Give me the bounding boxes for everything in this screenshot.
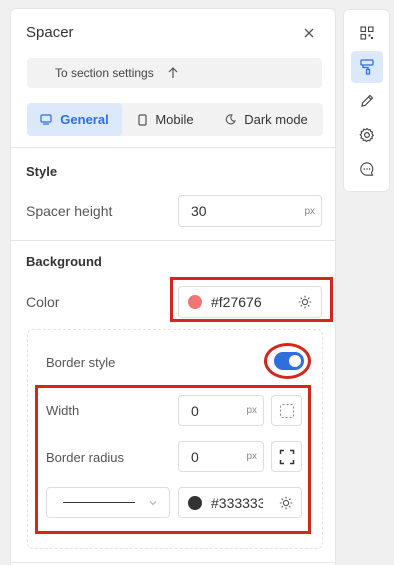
highlight-box: [170, 277, 333, 322]
tab-mobile[interactable]: Mobile: [122, 103, 210, 136]
border-color-input[interactable]: #333333: [178, 487, 302, 518]
device-tabs: General Mobile Dark mode: [27, 103, 323, 136]
tab-mobile-label: Mobile: [155, 112, 194, 127]
highlight-ellipse: [264, 343, 311, 379]
settings-panel: Spacer To section settings General Mobil…: [10, 8, 336, 565]
color-label: Color: [26, 294, 60, 310]
rail-item-comments[interactable]: [351, 153, 383, 185]
border-width-unit: px: [246, 405, 257, 416]
spacer-height-unit: px: [304, 205, 315, 217]
section-link-label: To section settings: [55, 66, 154, 80]
dashed-square-icon: [279, 403, 294, 418]
arrow-up-icon: [168, 67, 178, 78]
tab-dark-mode-label: Dark mode: [244, 112, 308, 127]
paint-roller-icon: [360, 59, 374, 75]
border-color-swatch[interactable]: [188, 495, 202, 510]
tab-general[interactable]: General: [27, 103, 122, 136]
chevron-down-icon: [149, 501, 157, 506]
border-style-label: Border style: [46, 355, 116, 370]
spacer-height-value: 30: [191, 203, 207, 219]
corner-radius-button[interactable]: [271, 441, 302, 472]
chat-bubble-icon: [360, 162, 374, 176]
style-heading: Style: [26, 164, 58, 179]
border-radius-label: Border radius: [46, 450, 125, 465]
divider: [11, 240, 335, 241]
border-width-label: Width: [46, 403, 80, 418]
divider: [11, 147, 335, 148]
border-color-value: #333333: [211, 494, 263, 511]
gear-icon: [359, 127, 375, 143]
panel-title: Spacer: [26, 24, 74, 41]
corners-icon: [279, 449, 294, 464]
rail-item-style[interactable]: [351, 51, 383, 83]
close-icon[interactable]: [303, 27, 315, 39]
border-radius-value: 0: [191, 448, 199, 465]
rail-item-edit[interactable]: [351, 85, 383, 117]
tool-rail: [343, 9, 390, 192]
spacer-height-label: Spacer height: [26, 203, 113, 219]
border-radius-input[interactable]: 0 px: [178, 441, 264, 472]
tab-dark-mode[interactable]: Dark mode: [210, 103, 323, 136]
border-width-value: 0: [191, 402, 199, 419]
sun-icon[interactable]: [279, 496, 293, 510]
tab-general-label: General: [60, 112, 109, 127]
line-style-preview: [63, 502, 135, 503]
section-settings-link[interactable]: To section settings: [27, 58, 322, 88]
qr-code-icon: [360, 26, 374, 40]
desktop-icon: [40, 114, 52, 125]
border-width-input[interactable]: 0 px: [178, 395, 264, 426]
border-sides-button[interactable]: [271, 395, 302, 426]
background-heading: Background: [26, 254, 102, 269]
rail-item-settings[interactable]: [351, 119, 383, 151]
divider: [11, 562, 335, 563]
mobile-icon: [138, 113, 147, 126]
moon-icon: [225, 114, 237, 125]
spacer-height-input[interactable]: 30 px: [178, 195, 322, 227]
border-line-style-select[interactable]: [46, 487, 170, 518]
pencil-icon: [361, 94, 374, 107]
border-radius-unit: px: [246, 451, 257, 462]
rail-item-qr[interactable]: [351, 17, 383, 49]
